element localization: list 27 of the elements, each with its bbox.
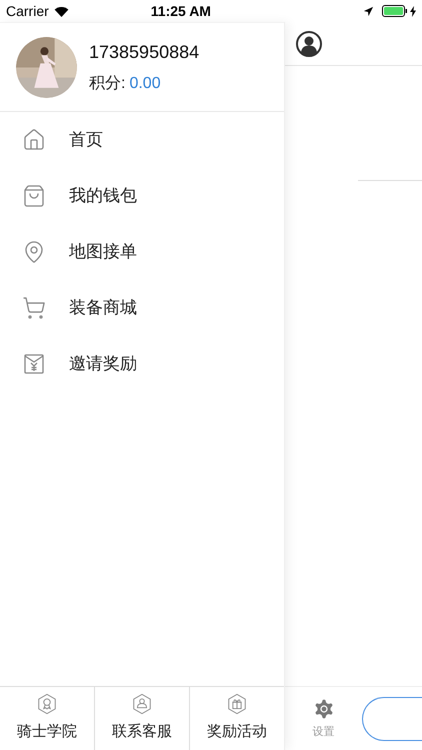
menu-item[interactable]: 首页 [0, 112, 284, 168]
hexagon-icon [36, 693, 58, 716]
profile-icon[interactable] [296, 30, 322, 56]
menu-item[interactable]: 装备商城 [0, 280, 284, 336]
clock-time: 11:25 AM [150, 2, 211, 20]
carrier-label: Carrier [6, 2, 49, 20]
cart-icon [22, 296, 46, 320]
menu-item[interactable]: 地图接单 [0, 224, 284, 280]
outline-button[interactable] [362, 696, 422, 740]
location-arrow-icon [363, 6, 374, 16]
charging-bolt-icon [410, 6, 416, 16]
menu-item[interactable]: 我的钱包 [0, 168, 284, 224]
points-value: 0.00 [129, 74, 161, 94]
bottom-tab[interactable]: 骑士学院 [0, 687, 94, 750]
phone-number: 17385950884 [89, 40, 200, 64]
hexagon-icon [131, 693, 153, 716]
menu-item[interactable]: 邀请奖励 [0, 336, 284, 392]
settings-label: 设置 [312, 724, 334, 740]
bottom-tab[interactable]: 奖励活动 [189, 687, 284, 750]
hexagon-icon [226, 693, 248, 716]
points-label: 积分: [89, 74, 126, 94]
bag-icon [22, 184, 46, 208]
bottom-tab[interactable]: 联系客服 [94, 687, 189, 750]
wifi-icon [54, 6, 69, 16]
home-icon [22, 128, 46, 152]
envelope-icon [22, 352, 46, 376]
battery-icon [382, 5, 408, 17]
